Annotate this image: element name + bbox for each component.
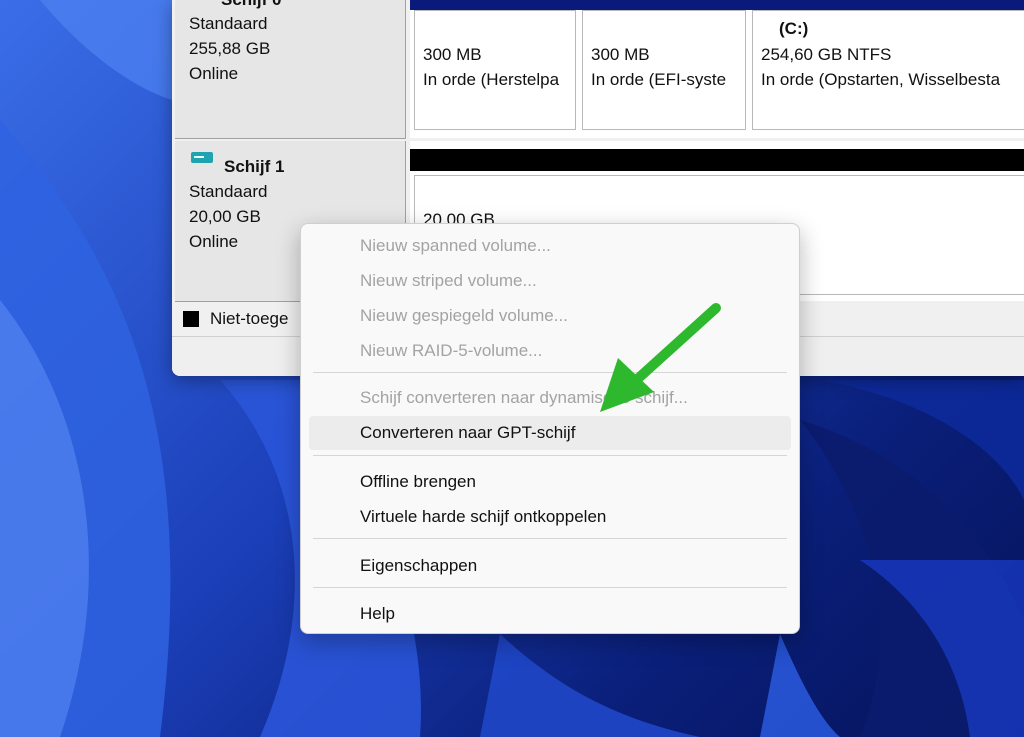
disk-0-status: Online — [189, 64, 239, 83]
disk-drive-icon — [191, 152, 213, 163]
menu-item-new-spanned-volume[interactable]: Nieuw spanned volume... — [309, 229, 791, 263]
menu-item-help[interactable]: Help — [309, 597, 791, 631]
menu-separator — [313, 455, 787, 456]
volume-status: In orde (EFI-syste — [591, 70, 727, 89]
disk-1-type: Standaard — [189, 182, 268, 201]
context-menu: Nieuw spanned volume... Nieuw striped vo… — [300, 223, 800, 634]
disk-0-primary-bar — [410, 0, 1024, 10]
disk-1-unallocated-bar — [410, 149, 1024, 171]
disk-0-label[interactable]: Schijf 0 Standaard 255,88 GB Online — [175, 0, 406, 139]
volume-size: 254,60 GB NTFS — [761, 45, 892, 64]
disk-0-type: Standaard — [189, 14, 268, 33]
menu-separator — [313, 587, 787, 588]
disk-0-name: Schijf 0 — [221, 0, 281, 10]
menu-separator — [313, 538, 787, 539]
menu-item-detach-vhd[interactable]: Virtuele harde schijf ontkoppelen — [309, 500, 791, 534]
disk-1-name: Schijf 1 — [224, 157, 285, 176]
menu-item-properties[interactable]: Eigenschappen — [309, 549, 791, 583]
volume-size: 300 MB — [423, 45, 482, 64]
disk-0-volume-area: 300 MB In orde (Herstelpa 300 MB In orde… — [410, 0, 1024, 138]
disk-0-volume-efi[interactable]: 300 MB In orde (EFI-syste — [582, 10, 746, 130]
disk-0-size: 255,88 GB — [189, 39, 271, 58]
disk-1-size: 20,00 GB — [189, 207, 261, 226]
volume-size: 300 MB — [591, 45, 650, 64]
volume-label: (C:) — [779, 19, 809, 38]
disk-0-volume-c[interactable]: (C:) 254,60 GB NTFS In orde (Opstarten, … — [752, 10, 1024, 130]
legend-unallocated-label: Niet-toege — [210, 309, 289, 328]
legend-unallocated-swatch — [183, 311, 199, 327]
menu-item-offline[interactable]: Offline brengen — [309, 465, 791, 499]
volume-status: In orde (Opstarten, Wisselbesta — [761, 70, 1001, 89]
disk-1-status: Online — [189, 232, 239, 251]
volume-status: In orde (Herstelpa — [423, 70, 560, 89]
green-arrow-icon — [600, 303, 721, 412]
disk-0-volume-recovery[interactable]: 300 MB In orde (Herstelpa — [414, 10, 576, 130]
menu-item-convert-to-gpt[interactable]: Converteren naar GPT-schijf — [309, 416, 791, 450]
menu-item-new-striped-volume[interactable]: Nieuw striped volume... — [309, 264, 791, 298]
